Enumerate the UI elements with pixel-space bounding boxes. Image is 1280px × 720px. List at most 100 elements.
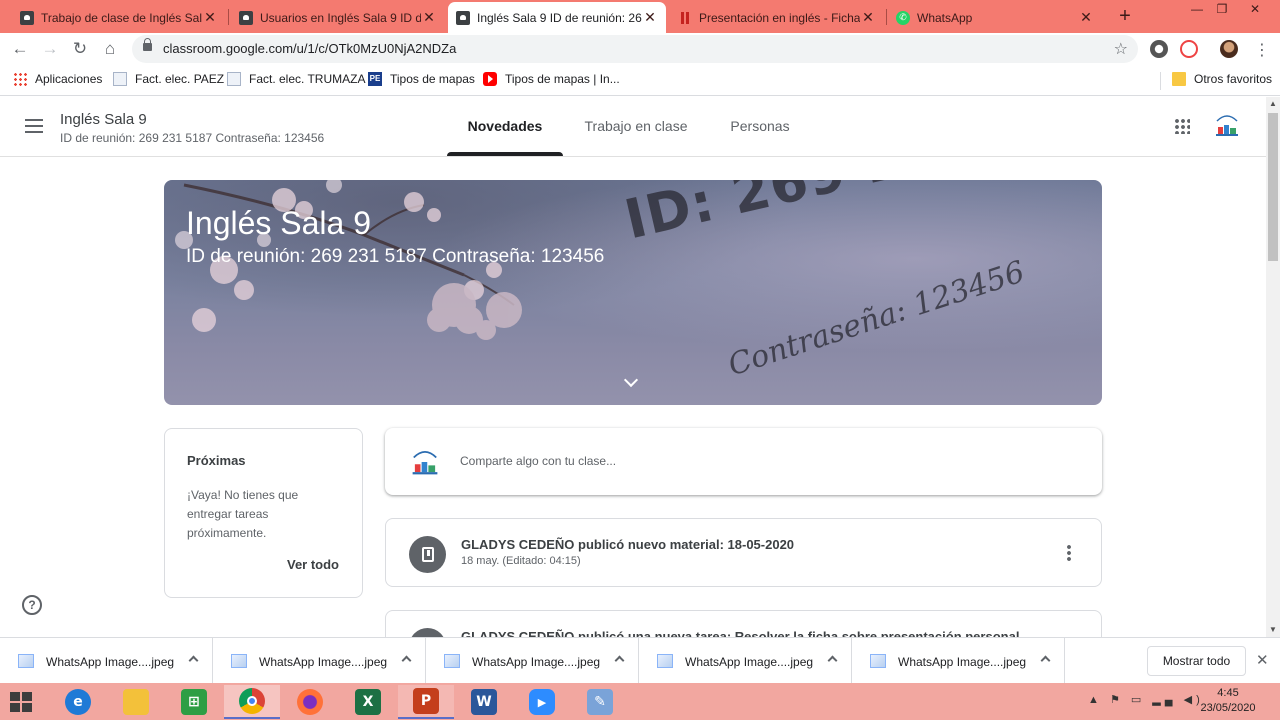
class-section: ID de reunión: 269 231 5187 Contraseña: … xyxy=(60,131,325,145)
bookmark-label: Fact. elec. TRUMAZA xyxy=(249,72,366,86)
download-item[interactable]: WhatsApp Image....jpeg xyxy=(426,638,639,684)
tab-close-icon[interactable]: ✕ xyxy=(1078,9,1094,26)
new-tab-button[interactable]: + xyxy=(1114,5,1136,28)
tab-separator xyxy=(886,9,887,25)
share-placeholder[interactable]: Comparte algo con tu clase... xyxy=(460,454,616,468)
more-options-icon[interactable] xyxy=(1067,544,1071,562)
bookmark-label: Tipos de mapas xyxy=(390,72,475,86)
taskbar-zoom[interactable]: ▶ xyxy=(514,685,570,719)
bookmark-paez[interactable]: Fact. elec. PAEZ xyxy=(113,72,224,86)
bookmark-apps[interactable]: Aplicaciones xyxy=(13,72,102,86)
taskbar-powerpoint[interactable]: P xyxy=(398,685,454,719)
chrome-icon xyxy=(239,688,265,714)
bookmark-label: Fact. elec. PAEZ xyxy=(135,72,225,86)
address-bar[interactable]: classroom.google.com/u/1/c/OTk0MzU0NjA2N… xyxy=(132,35,1138,63)
classroom-icon xyxy=(456,10,470,25)
tab-users[interactable]: Usuarios en Inglés Sala 9 ID de reunión … xyxy=(231,3,445,32)
profile-avatar[interactable] xyxy=(1220,40,1238,58)
lock-icon xyxy=(143,38,152,52)
class-name[interactable]: Inglés Sala 9 xyxy=(60,111,147,128)
taskbar-clock[interactable]: 4:45 23/05/2020 xyxy=(1196,686,1260,716)
taskbar-firefox[interactable] xyxy=(282,685,338,719)
folder-icon xyxy=(123,689,149,715)
tab-classwork[interactable]: Trabajo en clase xyxy=(572,97,700,156)
taskbar-file-explorer[interactable] xyxy=(108,685,164,719)
show-all-downloads-button[interactable]: Mostrar todo xyxy=(1147,646,1246,676)
chevron-up-icon[interactable] xyxy=(827,655,838,666)
system-tray[interactable]: ▲ ⚑ ▭ ▂▄ ◀) xyxy=(1088,693,1204,706)
taskbar-chrome[interactable] xyxy=(224,685,280,719)
tab-label: WhatsApp xyxy=(917,10,973,25)
bookmark-star-icon[interactable]: ☆ xyxy=(1114,39,1128,59)
hamburger-menu-icon[interactable] xyxy=(25,119,43,133)
slides-icon xyxy=(678,11,692,25)
banner-subtitle: ID de reunión: 269 231 5187 Contraseña: … xyxy=(186,246,605,267)
post-title[interactable]: GLADYS CEDEÑO publicó nuevo material: 18… xyxy=(461,537,794,552)
home-icon[interactable]: ⌂ xyxy=(99,38,121,60)
bookmark-other-folder[interactable]: Otros favoritos xyxy=(1172,72,1272,86)
image-file-icon xyxy=(231,654,247,668)
extension-icon[interactable] xyxy=(1180,40,1198,58)
chevron-up-icon[interactable] xyxy=(1040,655,1051,666)
chevron-up-icon[interactable] xyxy=(401,655,412,666)
youtube-icon xyxy=(483,72,497,86)
tab-stream[interactable]: Inglés Sala 9 ID de reunión: 269 231 518… xyxy=(448,2,666,33)
paint-icon: ✎ xyxy=(587,689,613,715)
download-item[interactable]: WhatsApp Image....jpeg xyxy=(213,638,426,684)
bookmark-tipos-mapas-youtube[interactable]: Tipos de mapas | In... xyxy=(483,72,620,86)
scroll-thumb[interactable] xyxy=(1268,113,1278,261)
extension-icon[interactable] xyxy=(1150,40,1168,58)
upcoming-card: Próximas ¡Vaya! No tienes que entregar t… xyxy=(164,428,363,598)
download-item[interactable]: WhatsApp Image....jpeg xyxy=(0,638,213,684)
taskbar-internet-explorer[interactable]: e xyxy=(50,685,106,719)
windows-start-icon[interactable] xyxy=(10,692,32,712)
tab-separator xyxy=(228,9,229,25)
share-with-class-box[interactable]: Comparte algo con tu clase... xyxy=(385,428,1102,495)
pe-icon: PE xyxy=(368,72,382,86)
tab-presentation[interactable]: Presentación en inglés - Ficha interacti… xyxy=(670,3,884,32)
account-avatar[interactable] xyxy=(1211,109,1243,141)
maximize-button[interactable]: ❐ xyxy=(1205,0,1239,20)
tab-label: Inglés Sala 9 ID de reunión: 269 231 518… xyxy=(477,10,642,25)
download-item[interactable]: WhatsApp Image....jpeg xyxy=(852,638,1065,684)
tab-people[interactable]: Personas xyxy=(715,97,805,156)
store-icon: ⊞ xyxy=(181,689,207,715)
user-avatar xyxy=(407,444,443,480)
post-date: 18 may. (Editado: 04:15) xyxy=(461,555,581,567)
taskbar-excel[interactable]: X xyxy=(340,685,396,719)
reload-icon[interactable]: ↻ xyxy=(69,38,91,60)
chevron-up-icon[interactable] xyxy=(614,655,625,666)
back-arrow-icon[interactable]: ← xyxy=(9,38,31,60)
tab-close-icon[interactable]: ✕ xyxy=(860,9,876,26)
close-window-button[interactable]: ✕ xyxy=(1238,0,1272,20)
upcoming-empty-text: ¡Vaya! No tienes que entregar tareas pró… xyxy=(187,488,299,540)
image-file-icon xyxy=(870,654,886,668)
google-apps-icon[interactable] xyxy=(1174,118,1190,134)
scroll-up-icon[interactable]: ▲ xyxy=(1266,97,1280,111)
browser-menu-icon[interactable]: ⋮ xyxy=(1254,40,1270,59)
forward-arrow-icon[interactable]: → xyxy=(39,38,61,60)
tab-classwork[interactable]: Trabajo de clase de Inglés Sala 9 ✕ xyxy=(12,3,226,32)
help-icon[interactable]: ? xyxy=(22,595,42,615)
bookmark-tipos-mapas[interactable]: PE Tipos de mapas xyxy=(368,72,475,86)
view-all-button[interactable]: Ver todo xyxy=(287,557,339,572)
taskbar-paint[interactable]: ✎ xyxy=(572,685,628,719)
tab-label: Presentación en inglés - Ficha interacti… xyxy=(699,10,860,25)
taskbar-store[interactable]: ⊞ xyxy=(166,685,222,719)
url-text[interactable]: classroom.google.com/u/1/c/OTk0MzU0NjA2N… xyxy=(163,41,456,56)
page-scrollbar[interactable]: ▲ ▼ xyxy=(1266,97,1280,637)
chevron-up-icon[interactable] xyxy=(188,655,199,666)
close-downloads-icon[interactable]: ✕ xyxy=(1256,651,1269,669)
taskbar-word[interactable]: W xyxy=(456,685,512,719)
tab-stream-novedades[interactable]: Novedades xyxy=(447,97,563,156)
tab-close-icon[interactable]: ✕ xyxy=(421,9,437,26)
download-item[interactable]: WhatsApp Image....jpeg xyxy=(639,638,852,684)
bookmark-trumaza[interactable]: Fact. elec. TRUMAZA xyxy=(227,72,365,86)
scroll-down-icon[interactable]: ▼ xyxy=(1266,623,1280,637)
tab-close-icon[interactable]: ✕ xyxy=(202,9,218,26)
post-type-badge xyxy=(409,536,446,573)
tab-whatsapp[interactable]: ✆ WhatsApp ✕ xyxy=(888,3,1102,32)
tab-close-icon[interactable]: ✕ xyxy=(642,9,658,26)
doc-icon xyxy=(113,72,127,86)
stream-post[interactable]: GLADYS CEDEÑO publicó nuevo material: 18… xyxy=(385,518,1102,587)
